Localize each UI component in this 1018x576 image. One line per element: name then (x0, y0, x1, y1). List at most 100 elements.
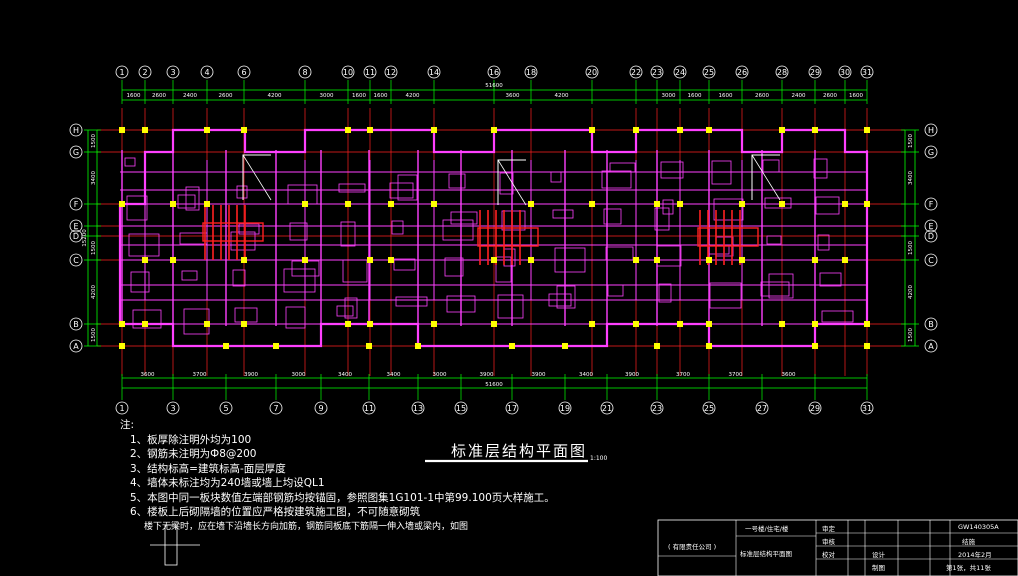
axis-bubble-top-label: 28 (777, 68, 787, 77)
room-outline (605, 246, 634, 261)
room-outline (232, 269, 246, 287)
room-outline (760, 281, 790, 297)
note-item: 3、结构标高=建筑标高-面层厚度 (130, 462, 286, 475)
column (204, 201, 210, 207)
column (864, 321, 870, 327)
column (491, 257, 497, 263)
column (589, 127, 595, 133)
column (589, 201, 595, 207)
dim-text-top: 2600 (219, 93, 233, 99)
dim-text-right: 4200 (908, 285, 914, 299)
note-item: 6、楼板上后砌隔墙的位置应严格按建筑施工图，不可随意砌筑 (130, 506, 421, 518)
dim-text-bottom: 3900 (532, 372, 546, 378)
dim-text-bottom: 3700 (676, 372, 690, 378)
column (633, 321, 639, 327)
dim-text-right: 1500 (908, 241, 914, 255)
dim-text-left-total: 15200 (82, 229, 88, 247)
room-outline (709, 282, 742, 309)
room-outline (338, 183, 366, 193)
axis-bubble-bottom-label: 23 (652, 404, 662, 413)
dim-text-bottom: 3700 (729, 372, 743, 378)
tb-sheet-no: GW140305A (958, 523, 999, 531)
column (367, 127, 373, 133)
column (812, 321, 818, 327)
axis-bubble-right-label: B (928, 320, 934, 329)
column (842, 201, 848, 207)
axis-bubble-top-label: 16 (489, 68, 499, 77)
axis-bubble-bottom-label: 17 (507, 404, 517, 413)
column (119, 343, 125, 349)
column (677, 127, 683, 133)
dim-text-bottom: 3000 (433, 372, 447, 378)
column (241, 127, 247, 133)
axis-bubble-bottom-label: 13 (413, 404, 423, 413)
axis-bubble-top-label: 6 (241, 68, 246, 77)
room-outline (344, 297, 358, 319)
dim-text-bottom-total: 51600 (485, 382, 503, 388)
note-item: 2、钢筋未注明为Ф8@200 (130, 448, 257, 460)
column (415, 343, 421, 349)
dim-text-right: 1500 (908, 328, 914, 342)
column (204, 127, 210, 133)
axis-bubble-right-label: D (928, 232, 934, 241)
dim-text-top: 1600 (127, 93, 141, 99)
column (388, 201, 394, 207)
room-outline (234, 307, 258, 323)
dim-text-bottom: 3700 (193, 372, 207, 378)
axis-bubble-right-label: E (928, 222, 933, 231)
axis-bubble-top-label: 3 (170, 68, 175, 77)
axis-bubble-left-label: F (74, 200, 79, 209)
column (864, 201, 870, 207)
column (119, 127, 125, 133)
column (812, 127, 818, 133)
column (864, 127, 870, 133)
axis-bubble-top-label: 20 (587, 68, 597, 77)
column (633, 257, 639, 263)
column (366, 343, 372, 349)
column (779, 321, 785, 327)
dim-text-left: 1500 (91, 134, 97, 148)
axis-bubble-left-label: B (73, 320, 79, 329)
room-outline (821, 310, 854, 323)
dim-text-bottom: 3400 (338, 372, 352, 378)
room-outline (124, 157, 136, 167)
dim-text-top: 3600 (506, 93, 520, 99)
dim-text-left: 3400 (91, 171, 97, 185)
dim-text-top: 2600 (755, 93, 769, 99)
axis-bubble-top-label: 10 (343, 68, 353, 77)
column (302, 201, 308, 207)
room-outline (658, 283, 672, 303)
column (345, 201, 351, 207)
room-outline (550, 171, 562, 183)
dim-text-top: 2400 (183, 93, 197, 99)
column (170, 257, 176, 263)
note-item: 5、本图中同一板块数值左端部钢筋均按锚固，参照图集1G101-1中第99.100… (130, 491, 555, 504)
column (367, 257, 373, 263)
dim-text-bottom: 3900 (625, 372, 639, 378)
axis-bubble-top-label: 22 (631, 68, 641, 77)
axis-bubble-top-label: 31 (862, 68, 872, 77)
dim-text-bottom: 3600 (782, 372, 796, 378)
axis-bubble-top-label: 23 (652, 68, 662, 77)
room-outline (501, 210, 526, 231)
column (388, 257, 394, 263)
tb-label: 校对 (822, 551, 835, 559)
axis-bubble-right-label: H (928, 126, 934, 135)
column (119, 321, 125, 327)
column (654, 257, 660, 263)
tb-sheet: 第1张，共11张 (946, 564, 991, 572)
room-outline (813, 158, 828, 179)
column (706, 127, 712, 133)
column (589, 321, 595, 327)
axis-bubble-top-label: 26 (737, 68, 747, 77)
axis-bubble-bottom-label: 11 (364, 404, 374, 413)
room-outline (607, 284, 624, 297)
column (491, 321, 497, 327)
dim-text-right: 1500 (908, 134, 914, 148)
column (241, 321, 247, 327)
column (345, 321, 351, 327)
column (739, 257, 745, 263)
column (528, 201, 534, 207)
room-outline (713, 198, 744, 221)
column (812, 343, 818, 349)
